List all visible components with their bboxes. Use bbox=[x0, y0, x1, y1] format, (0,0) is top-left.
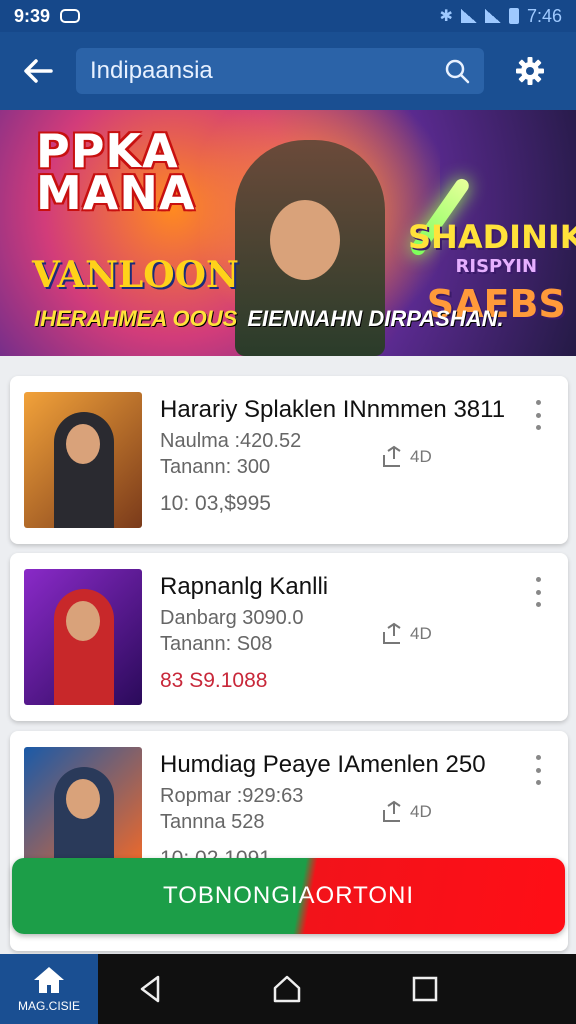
status-bar: 9:39 ✱ 7:46 bbox=[0, 0, 576, 32]
item-price: 10: 03,$995 bbox=[160, 492, 271, 515]
share-button[interactable]: 4D bbox=[380, 444, 444, 470]
arrow-left-icon bbox=[24, 59, 53, 83]
back-button[interactable] bbox=[0, 32, 76, 110]
thumbnail-face bbox=[66, 424, 100, 464]
item-title: Harariy Splaklen INnmmen 3811 bbox=[160, 396, 506, 423]
list-item[interactable]: Harariy Splaklen INnmmen 3811 Naulma :42… bbox=[10, 376, 568, 544]
promo-banner[interactable]: PPKA MANA VANLOON SHADINIK RISPYIN SAEBS… bbox=[0, 110, 576, 356]
status-time: 9:39 bbox=[14, 5, 51, 26]
nav-home-icon[interactable] bbox=[270, 972, 304, 1006]
primary-action-button[interactable]: TOBNONGIAORTONI bbox=[12, 858, 565, 934]
more-options-button[interactable] bbox=[532, 577, 544, 607]
search-icon[interactable] bbox=[444, 58, 470, 84]
system-nav-bar: MAG.CISIE bbox=[0, 954, 576, 1024]
home-tab[interactable]: MAG.CISIE bbox=[0, 954, 98, 1024]
status-icons: ✱ 7:46 bbox=[440, 6, 562, 27]
wifi-icon bbox=[460, 9, 477, 23]
item-detail: Tanann: 300 bbox=[160, 456, 271, 478]
share-label: 4D bbox=[410, 447, 432, 466]
share-label: 4D bbox=[410, 802, 432, 821]
banner-logo: VANLOON bbox=[32, 254, 239, 296]
item-detail: Tannna 528 bbox=[160, 811, 265, 833]
banner-caption: IHERAHMEA OOUS EIENNAHN DIRPASHAN. bbox=[34, 306, 504, 331]
home-icon bbox=[34, 967, 64, 993]
bluetooth-icon: ✱ bbox=[439, 8, 453, 25]
list-item[interactable]: Rapnanlg Kanlli Danbarg 3090.0 Tanann: S… bbox=[10, 553, 568, 721]
battery-icon bbox=[508, 8, 519, 24]
item-thumbnail bbox=[24, 569, 142, 705]
signal-icon bbox=[484, 9, 501, 23]
settings-button[interactable] bbox=[484, 32, 576, 110]
status-clock: 7:46 bbox=[526, 5, 562, 26]
search-input[interactable] bbox=[90, 57, 444, 85]
more-options-button[interactable] bbox=[532, 400, 544, 430]
thumbnail-face bbox=[66, 601, 100, 641]
item-title: Humdiag Peaye IAmenlen 250 bbox=[160, 751, 486, 778]
notification-icon bbox=[60, 9, 81, 23]
search-box[interactable] bbox=[76, 48, 484, 94]
share-icon bbox=[383, 622, 401, 644]
banner-title: PPKA MANA bbox=[36, 124, 196, 220]
thumbnail-face bbox=[66, 779, 100, 819]
item-detail: Danbarg 3090.0 bbox=[160, 607, 304, 629]
item-thumbnail bbox=[24, 392, 142, 528]
share-label: 4D bbox=[410, 624, 432, 643]
share-icon bbox=[383, 800, 401, 822]
item-detail: Naulma :420.52 bbox=[160, 430, 302, 452]
app-bar bbox=[0, 32, 576, 110]
nav-back-icon[interactable] bbox=[134, 972, 168, 1006]
home-tab-label: MAG.CISIE bbox=[17, 999, 80, 1013]
nav-recents-icon[interactable] bbox=[408, 972, 442, 1006]
share-icon bbox=[383, 445, 401, 467]
item-price: 83 S9.1088 bbox=[160, 669, 268, 692]
gear-icon bbox=[516, 57, 544, 85]
share-button[interactable]: 4D bbox=[380, 799, 444, 825]
more-options-button[interactable] bbox=[532, 755, 544, 785]
item-title: Rapnanlg Kanlli bbox=[160, 573, 329, 600]
banner-hero-face bbox=[270, 200, 340, 280]
item-detail: Tanann: S08 bbox=[160, 633, 273, 655]
item-detail: Ropmar :929:63 bbox=[160, 785, 304, 807]
share-button[interactable]: 4D bbox=[380, 621, 444, 647]
